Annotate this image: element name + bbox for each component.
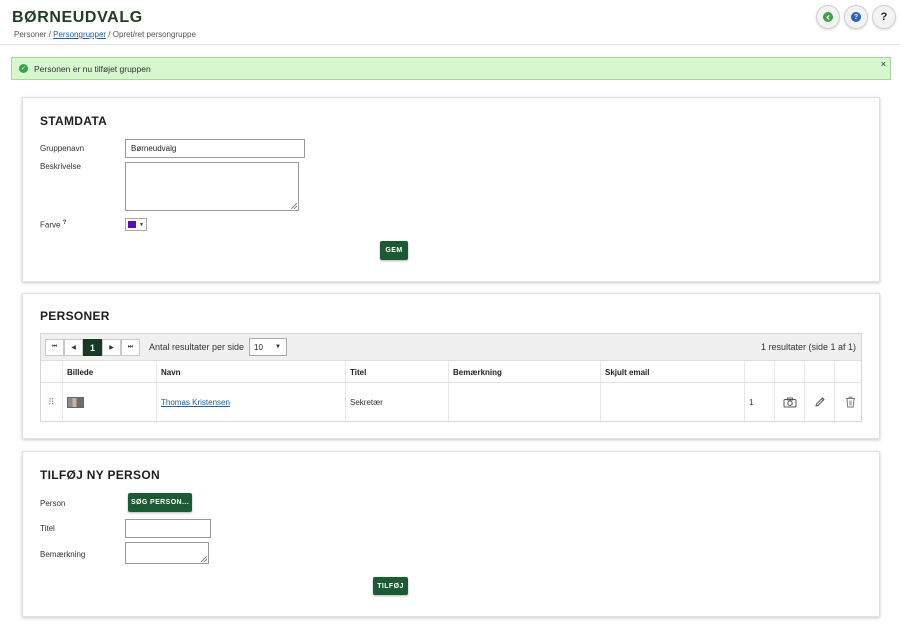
person-photo-cell (63, 383, 157, 421)
first-page-icon: ⏮ (51, 344, 58, 350)
col-titel[interactable]: Titel (346, 362, 449, 383)
page-title: BØRNEUDVALG (12, 9, 143, 26)
breadcrumb-current: Opret/ret persongruppe (112, 30, 196, 39)
alert-message: Personen er nu tilføjet gruppen (34, 63, 151, 74)
table-header: Billede Navn Titel Bemærkning Skjult ema… (41, 362, 861, 383)
question-mark-icon: ? (880, 11, 888, 23)
save-button[interactable]: GEM (380, 241, 408, 260)
breadcrumb: Personer / Persongrupper / Opret/ret per… (14, 30, 196, 39)
color-swatch (128, 221, 136, 228)
resize-grip-icon[interactable] (201, 556, 207, 562)
question-button[interactable]: ? (872, 5, 896, 29)
stamdata-heading: STAMDATA (40, 114, 108, 128)
person-label: Person (40, 499, 66, 508)
per-page-select[interactable]: 10 ▼ (249, 338, 287, 356)
success-alert: ✓ Personen er nu tilføjet gruppen × (11, 57, 891, 80)
resize-grip-icon[interactable] (291, 203, 297, 209)
help-button[interactable]: ? (844, 5, 868, 29)
person-title-cell: Sekretær (350, 397, 383, 407)
person-note-cell (449, 383, 601, 421)
prev-page-button[interactable]: ◀ (64, 339, 83, 356)
stamdata-panel: STAMDATA Gruppenavn Beskrivelse Farve ? … (22, 97, 880, 282)
chevron-down-icon: ▼ (139, 221, 144, 228)
color-label-text: Farve (40, 220, 61, 230)
last-page-button[interactable]: ⏭ (121, 339, 140, 356)
person-name-link[interactable]: Thomas Kristensen (161, 398, 230, 407)
search-person-button[interactable]: SØG PERSON... (128, 493, 192, 512)
breadcrumb-root[interactable]: Personer (14, 30, 46, 39)
back-button[interactable] (816, 5, 840, 29)
camera-icon[interactable] (775, 394, 805, 410)
breadcrumb-separator: / (106, 30, 113, 39)
add-person-heading: TILFØJ NY PERSON (40, 468, 160, 482)
per-page-value: 10 (254, 342, 263, 352)
add-person-panel: TILFØJ NY PERSON Person SØG PERSON... Ti… (22, 451, 880, 617)
col-billede[interactable]: Billede (63, 362, 157, 383)
personer-panel: PERSONER ⏮ ◀ 1 ▶ ⏭ Antal resultater per … (22, 293, 880, 439)
title-label: Titel (40, 524, 55, 533)
person-hidden-email-cell (601, 383, 745, 421)
breadcrumb-link-persongrupper[interactable]: Persongrupper (53, 30, 106, 39)
col-navn[interactable]: Navn (157, 362, 346, 383)
group-name-label: Gruppenavn (40, 144, 85, 153)
header-divider (0, 44, 900, 45)
check-circle-icon: ✓ (19, 64, 28, 73)
person-photo (67, 396, 84, 408)
color-label: Farve ? (40, 220, 66, 230)
next-page-button[interactable]: ▶ (102, 339, 121, 356)
current-page-button[interactable]: 1 (83, 339, 102, 356)
title-input[interactable] (125, 519, 211, 538)
note-textarea[interactable] (125, 542, 209, 564)
person-table: ⏮ ◀ 1 ▶ ⏭ Antal resultater per side 10 ▼… (40, 333, 862, 422)
description-textarea[interactable] (125, 162, 299, 211)
description-label: Beskrivelse (40, 162, 81, 171)
table-row: ⠿ Thomas Kristensen Sekretær 1 (41, 383, 861, 421)
back-arrow-icon (823, 12, 833, 22)
person-name-cell: Thomas Kristensen (157, 383, 346, 421)
per-page-label: Antal resultater per side (149, 342, 245, 352)
first-page-button[interactable]: ⏮ (45, 339, 64, 356)
result-count: 1 resultater (side 1 af 1) (760, 342, 856, 352)
col-bemaerkning[interactable]: Bemærkning (449, 362, 601, 383)
personer-heading: PERSONER (40, 309, 110, 323)
alert-close-button[interactable]: × (881, 59, 886, 69)
person-order-cell: 1 (749, 397, 754, 407)
help-circle-icon: ? (851, 12, 861, 22)
group-name-input[interactable] (125, 139, 305, 158)
last-page-icon: ⏭ (127, 344, 134, 350)
edit-pencil-icon[interactable] (805, 394, 835, 410)
color-help-icon[interactable]: ? (63, 220, 67, 226)
color-picker[interactable]: ▼ (125, 218, 147, 231)
next-page-icon: ▶ (109, 345, 114, 351)
note-label: Bemærkning (40, 550, 86, 559)
add-button[interactable]: TILFØJ (373, 577, 408, 595)
col-skjult-email[interactable]: Skjult email (601, 362, 745, 383)
chevron-down-icon: ▼ (275, 344, 281, 350)
drag-handle-icon[interactable]: ⠿ (44, 383, 62, 421)
prev-page-icon: ◀ (71, 345, 76, 351)
table-toolbar: ⏮ ◀ 1 ▶ ⏭ Antal resultater per side 10 ▼… (41, 334, 861, 361)
trash-icon[interactable] (835, 394, 865, 410)
